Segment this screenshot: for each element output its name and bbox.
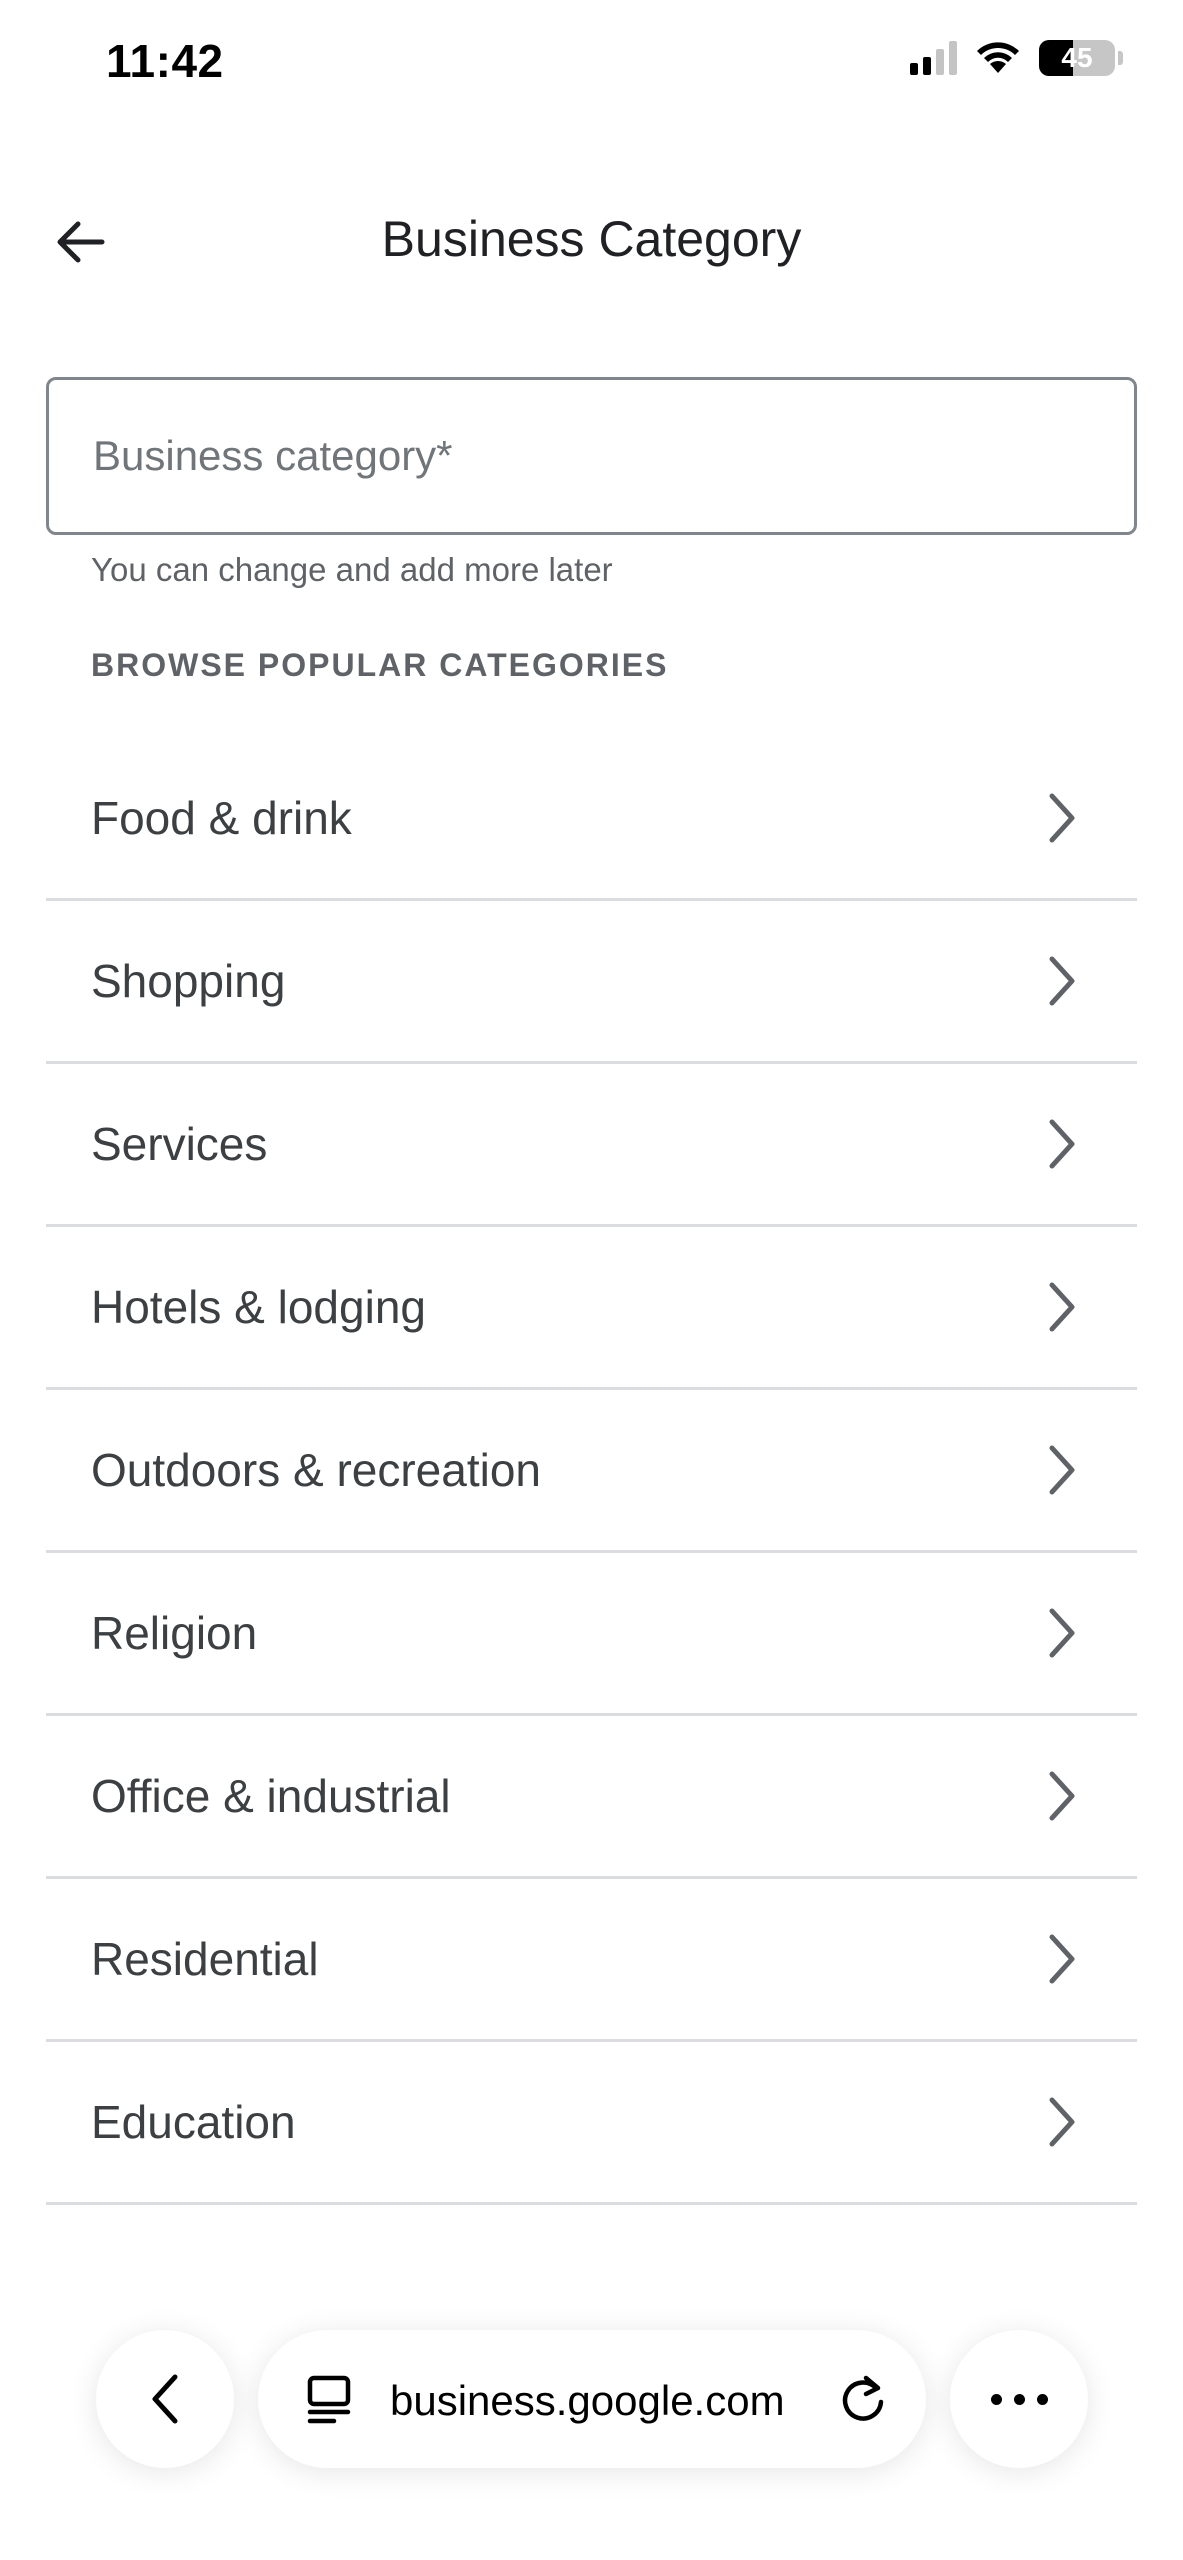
battery-icon: 45 [1039,40,1115,76]
category-label: Shopping [91,955,286,1007]
reload-icon[interactable] [836,2372,890,2426]
chevron-right-icon [1049,793,1075,843]
category-item-office-industrial[interactable]: Office & industrial [46,1716,1137,1879]
url-text: business.google.com [390,2377,785,2424]
chevron-right-icon [1049,1445,1075,1495]
category-item-education[interactable]: Education [46,2042,1137,2205]
wifi-icon [975,41,1021,75]
category-item-food-drink[interactable]: Food & drink [46,738,1137,901]
category-label: Religion [91,1607,258,1659]
category-item-residential[interactable]: Residential [46,1879,1137,2042]
chevron-right-icon [1049,956,1075,1006]
chevron-right-icon [1049,1771,1075,1821]
category-label: Hotels & lodging [91,1281,426,1333]
category-label: Residential [91,1933,319,1985]
category-item-outdoors-recreation[interactable]: Outdoors & recreation [46,1390,1137,1553]
category-list: Food & drink Shopping Services Hotels & … [46,738,1137,2205]
address-bar[interactable]: business.google.com [258,2330,926,2468]
category-label: Education [91,2096,296,2148]
browser-toolbar: business.google.com [0,2290,1183,2500]
app-header: Business Category [0,180,1183,300]
chevron-left-icon [152,2374,178,2424]
battery-percent: 45 [1061,42,1093,73]
category-item-services[interactable]: Services [46,1064,1137,1227]
reader-icon[interactable] [302,2372,356,2426]
more-icon [990,2393,1048,2405]
category-label: Services [91,1118,268,1170]
category-item-shopping[interactable]: Shopping [46,901,1137,1064]
browser-back-button[interactable] [96,2330,234,2468]
page-title: Business Category [381,211,802,267]
battery-tip [1118,51,1123,65]
status-bar: 11:42 45 [0,0,1183,130]
chevron-right-icon [1049,1119,1075,1169]
category-label: Office & industrial [91,1770,451,1822]
helper-text: You can change and add more later [91,551,613,588]
more-options-button[interactable] [950,2330,1088,2468]
business-category-field[interactable] [46,377,1137,535]
browse-heading: BROWSE POPULAR CATEGORIES [91,647,669,683]
status-icons: 45 [910,40,1123,76]
cellular-signal-icon [910,41,957,75]
category-label: Food & drink [91,792,352,844]
chevron-right-icon [1049,1608,1075,1658]
chevron-right-icon [1049,1282,1075,1332]
chevron-right-icon [1049,2097,1075,2147]
status-time: 11:42 [106,35,224,87]
business-category-input[interactable] [49,380,1134,532]
category-label: Outdoors & recreation [91,1444,542,1496]
category-item-hotels-lodging[interactable]: Hotels & lodging [46,1227,1137,1390]
category-item-religion[interactable]: Religion [46,1553,1137,1716]
chevron-right-icon [1049,1934,1075,1984]
